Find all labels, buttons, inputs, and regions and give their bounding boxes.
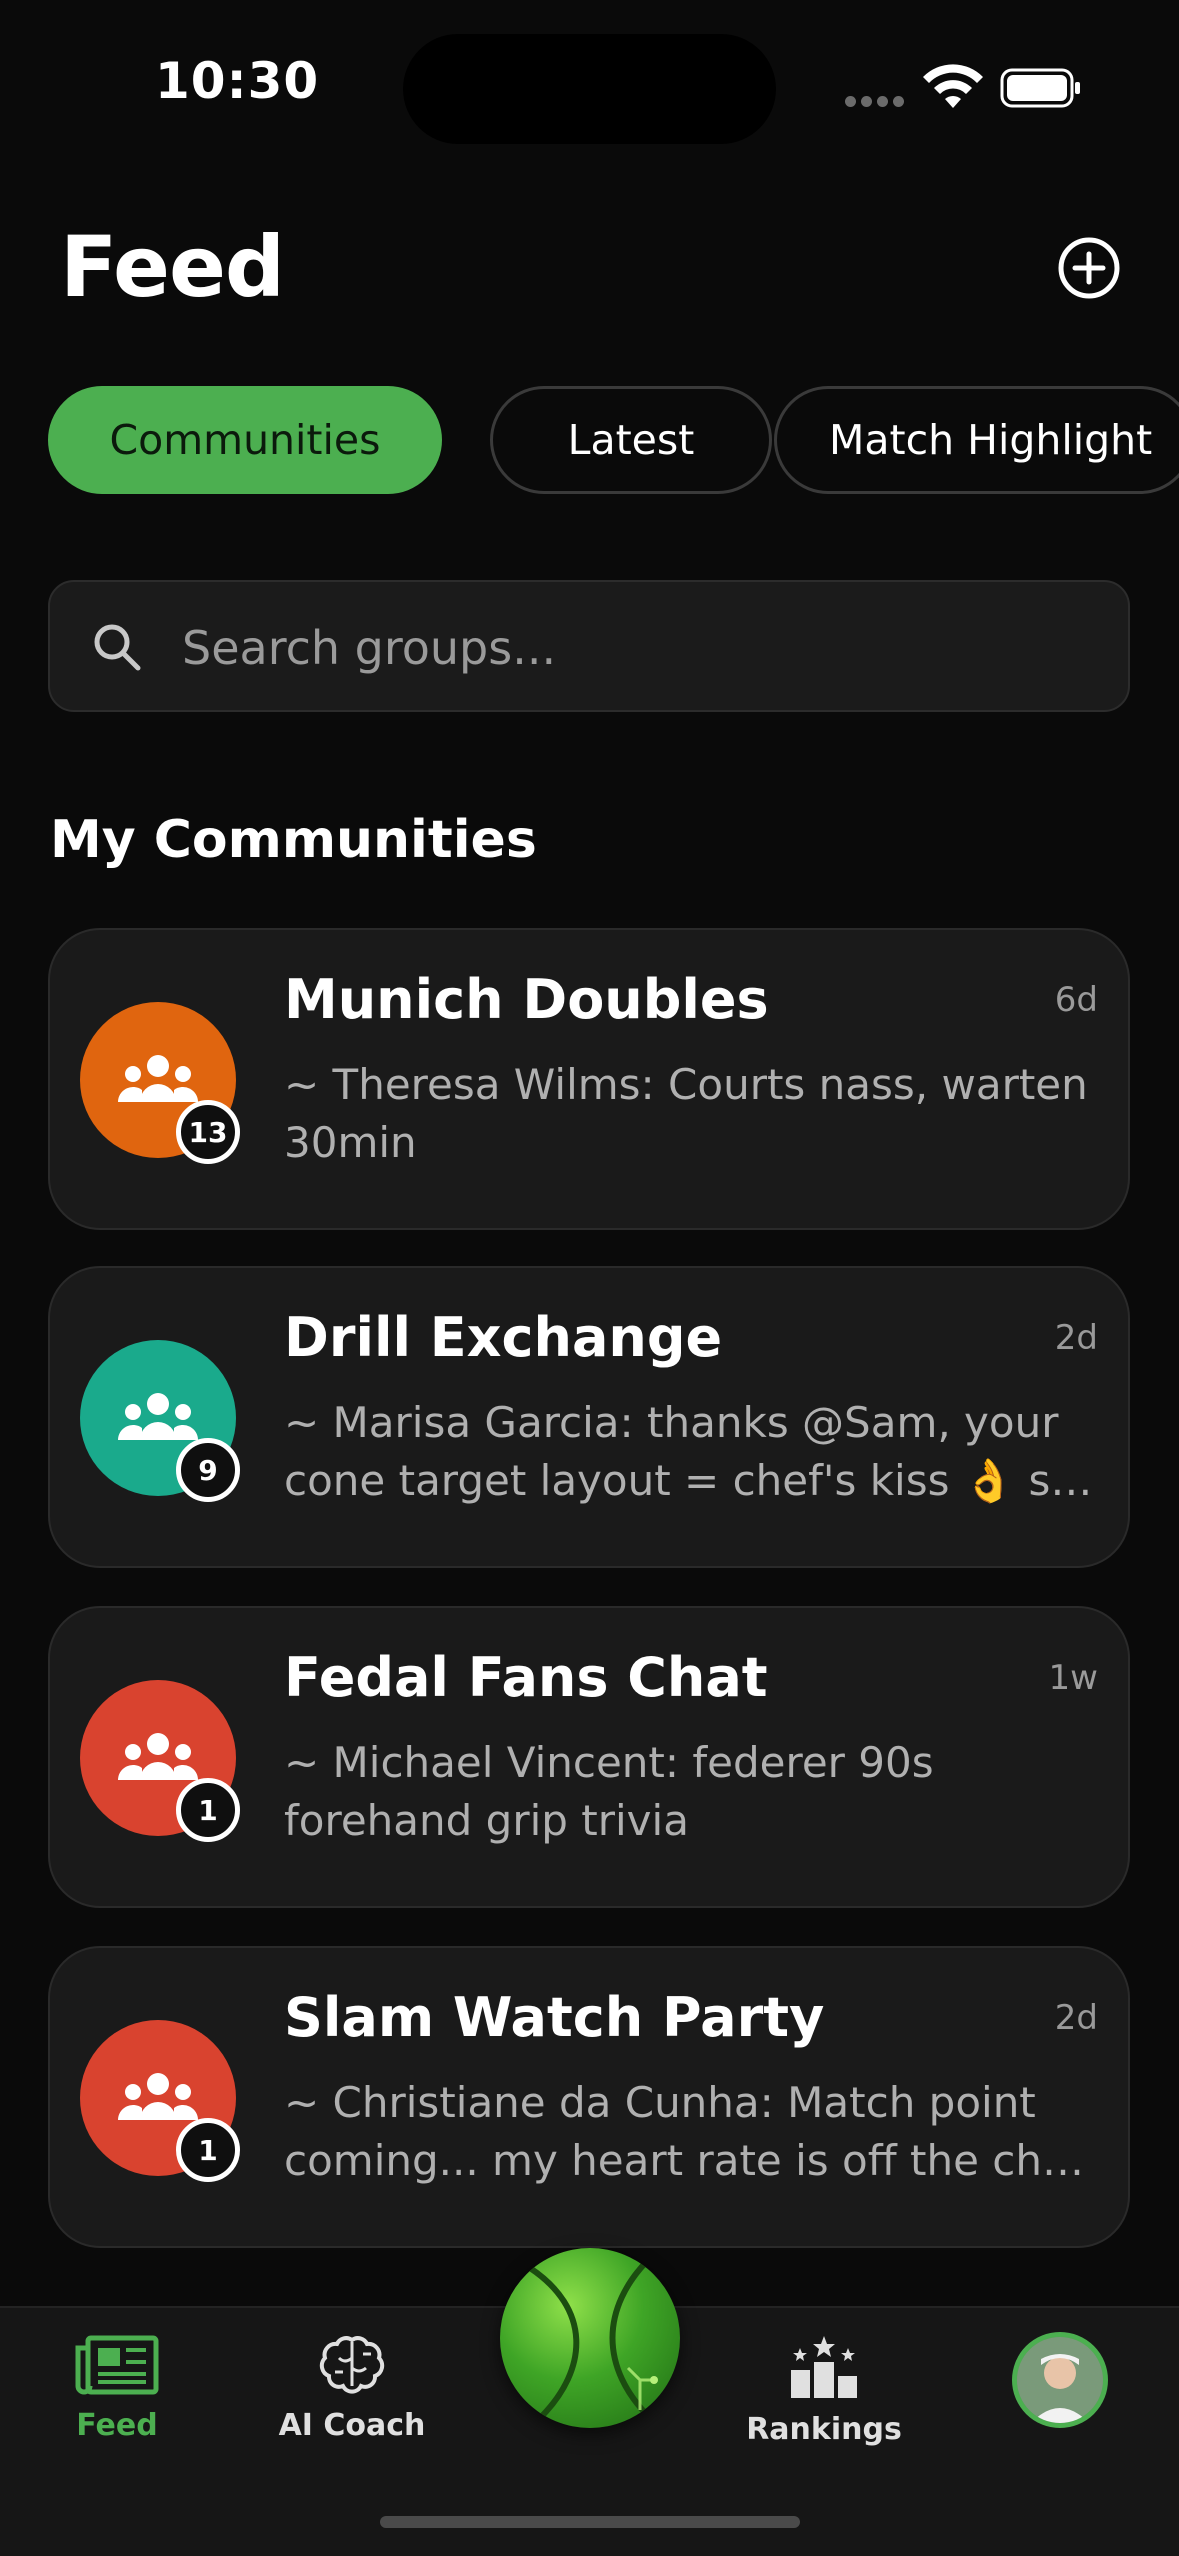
preview-line: cone target layout = chef's kiss 👌 sav..… [284, 1456, 1104, 1505]
user-photo-icon [1017, 2337, 1103, 2423]
group-icon [118, 1055, 198, 1102]
page-title: Feed [60, 218, 285, 316]
message-preview: ~ Theresa Wilms: Courts nass, warten 30m… [284, 1056, 1104, 1172]
preview-line: ~ Michael Vincent: federer 90s [284, 1738, 934, 1787]
community-card[interactable]: 1 Fedal Fans Chat 1w ~ Michael Vincent: … [48, 1606, 1130, 1908]
community-name: Slam Watch Party [284, 1986, 825, 2049]
preview-line: ~ Theresa Wilms: Courts nass, warten [284, 1060, 1088, 1109]
preview-line: ~ Marisa Garcia: thanks @Sam, your [284, 1398, 1059, 1447]
search-bar [48, 580, 1130, 712]
search-input[interactable] [180, 606, 1080, 690]
community-card[interactable]: 1 Slam Watch Party 2d ~ Christiane da Cu… [48, 1946, 1130, 2248]
section-title: My Communities [50, 810, 537, 870]
home-indicator [380, 2516, 800, 2528]
community-time: 2d [1054, 1998, 1098, 2038]
profile-avatar[interactable] [1012, 2332, 1108, 2428]
community-time: 2d [1054, 1318, 1098, 1358]
community-time: 1w [1048, 1658, 1098, 1698]
dynamic-island [403, 34, 776, 144]
community-name: Fedal Fans Chat [284, 1646, 768, 1709]
brain-icon [319, 2336, 385, 2394]
feed-tabs: Communities Latest Match Highlight [48, 386, 1179, 496]
tennis-ball-button[interactable] [500, 2248, 680, 2428]
preview-line: 30min [284, 1118, 417, 1167]
group-icon [118, 2073, 198, 2120]
preview-line: coming... my heart rate is off the chart… [284, 2136, 1104, 2185]
message-preview: ~ Christiane da Cunha: Match point comin… [284, 2074, 1104, 2190]
group-icon [118, 1393, 198, 1440]
status-time: 10:30 [155, 52, 320, 110]
message-preview: ~ Marisa Garcia: thanks @Sam, your cone … [284, 1394, 1104, 1510]
preview-line: forehand grip trivia [284, 1796, 689, 1845]
unread-badge: 1 [176, 2118, 240, 2182]
tab-communities[interactable]: Communities [48, 386, 442, 494]
community-card[interactable]: 13 Munich Doubles 6d ~ Theresa Wilms: Co… [48, 928, 1130, 1230]
battery-icon [1000, 68, 1080, 108]
nav-label: AI Coach [278, 2408, 426, 2443]
community-name: Munich Doubles [284, 968, 769, 1031]
add-post-button[interactable] [1057, 236, 1121, 300]
rankings-icon [791, 2336, 857, 2398]
cellular-signal-icon [845, 96, 905, 108]
community-name: Drill Exchange [284, 1306, 723, 1369]
unread-badge: 1 [176, 1778, 240, 1842]
newspaper-icon [75, 2335, 159, 2395]
nav-label: Feed [76, 2408, 158, 2443]
unread-badge: 9 [176, 1438, 240, 1502]
tab-match-highlight[interactable]: Match Highlight [774, 386, 1179, 494]
group-icon [118, 1733, 198, 1780]
community-time: 6d [1054, 980, 1098, 1020]
message-preview: ~ Michael Vincent: federer 90s forehand … [284, 1734, 1104, 1850]
nav-ai-coach[interactable]: AI Coach [272, 2334, 432, 2443]
nav-rankings[interactable]: Rankings [746, 2334, 902, 2447]
tennis-ball-icon [528, 2255, 658, 2421]
community-card[interactable]: 9 Drill Exchange 2d ~ Marisa Garcia: tha… [48, 1266, 1130, 1568]
tab-latest[interactable]: Latest [490, 386, 772, 494]
nav-feed[interactable]: Feed [60, 2334, 174, 2443]
wifi-icon [923, 64, 983, 108]
preview-line: ~ Christiane da Cunha: Match point [284, 2078, 1036, 2127]
search-icon [94, 624, 141, 671]
status-bar: 10:30 [0, 0, 1179, 160]
unread-badge: 13 [176, 1100, 240, 1164]
nav-label: Rankings [746, 2412, 902, 2447]
